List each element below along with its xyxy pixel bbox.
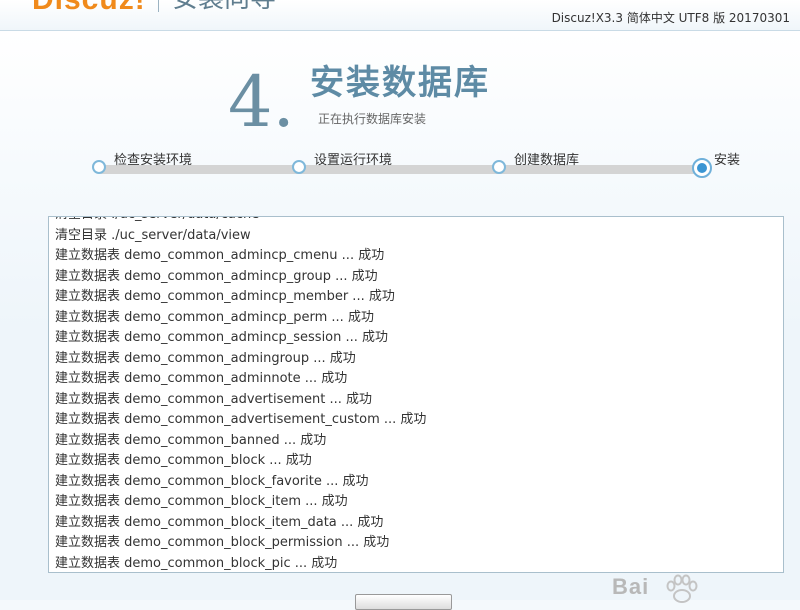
- log-line: 建立数据表 demo_common_block ... 成功: [55, 453, 312, 468]
- install-log-list: 清空目录 ./uc_server/data/cache 清空目录 ./uc_se…: [55, 217, 427, 572]
- progress-step-1-label: 检查安装环境: [114, 153, 193, 168]
- progress-step-2-dot: [292, 160, 306, 174]
- progress-step-4-label: 安装: [714, 153, 741, 168]
- log-line: 建立数据表 demo_common_admincp_session ... 成功: [55, 330, 389, 345]
- log-line: 清空目录 ./uc_server/data/view: [55, 227, 251, 243]
- log-line: 建立数据表 demo_common_block_favorite ... 成功: [55, 473, 369, 489]
- log-line: 建立数据表 demo_common_block_permission ... 成…: [55, 535, 390, 550]
- log-line: 建立数据表 demo_common_banned ... 成功: [55, 432, 327, 448]
- install-log-panel[interactable]: 清空目录 ./uc_server/data/cache 清空目录 ./uc_se…: [48, 216, 784, 573]
- step-number: 4.: [228, 61, 295, 143]
- header-bar: Discuz! 安装向导 Discuz!X3.3 简体中文 UTF8 版 201…: [0, 0, 800, 31]
- discuz-logo: Discuz!: [32, 0, 146, 15]
- progress-step-3-label: 创建数据库: [514, 153, 580, 168]
- progress-step-2-label: 设置运行环境: [314, 153, 393, 168]
- log-line: 建立数据表 demo_common_admingroup ... 成功: [55, 350, 356, 366]
- step-title: 安装数据库: [310, 63, 490, 103]
- log-line: 建立数据表 demo_common_admincp_cmenu ... 成功: [55, 248, 385, 263]
- log-line: 建立数据表 demo_common_advertisement ... 成功: [55, 391, 373, 407]
- log-line: 建立数据表 demo_common_block_item ... 成功: [55, 494, 348, 509]
- progress-step-3-dot: [492, 160, 506, 174]
- log-line: 建立数据表 demo_common_block_pic ... 成功: [55, 555, 338, 571]
- log-line: 建立数据表 demo_common_admincp_member ... 成功: [55, 289, 395, 304]
- main-content: 4. 安装数据库 正在执行数据库安装 检查安装环境 设置运行环境 创建数据库 安…: [0, 31, 800, 600]
- log-line: 清空目录 ./uc_server/data/cache: [55, 217, 426, 226]
- watermark-text: Bai: [612, 574, 650, 599]
- version-info: Discuz!X3.3 简体中文 UTF8 版 20170301: [551, 11, 790, 25]
- log-line: 建立数据表 demo_common_advertisement_custom .…: [55, 412, 427, 427]
- log-line: 建立数据表 demo_common_admincp_group ... 成功: [55, 268, 378, 284]
- log-line: 建立数据表 demo_common_admincp_perm ... 成功: [55, 309, 374, 325]
- log-line: 建立数据表 demo_common_adminnote ... 成功: [55, 371, 348, 386]
- logo-divider: [158, 0, 159, 12]
- next-button[interactable]: [355, 594, 452, 610]
- log-line: 建立数据表 demo_common_block_item_data ... 成功: [55, 514, 384, 530]
- step-subtitle: 正在执行数据库安装: [318, 112, 427, 126]
- progress-step-1-dot: [92, 160, 106, 174]
- logo-subtitle: 安装向导: [172, 0, 276, 14]
- progress-step-4-dot: [692, 158, 712, 178]
